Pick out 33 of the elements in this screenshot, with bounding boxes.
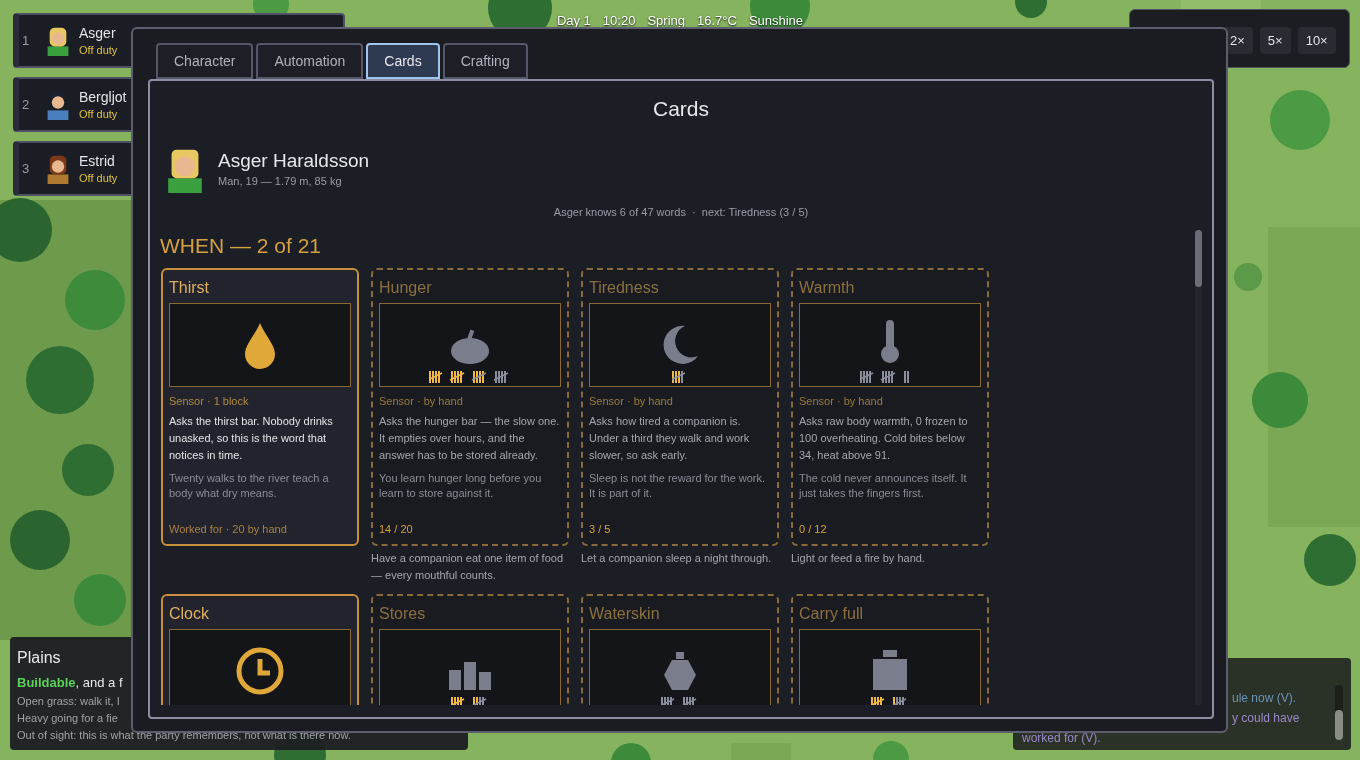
card-description: Asks the hunger bar — the slow one. It empties over hours, and the answer has to be stored already. [379,414,561,463]
card-type: Sensor · by hand [379,393,464,409]
card-type: Sensor · by hand [589,393,674,409]
card-footer: 14 / 20 [379,521,561,538]
section-heading: WHEN — 2 of 21 [160,234,322,257]
card-title: Stores [379,603,427,624]
card-flavor-text: The cold never announces itself. It just takes the fingers first. [799,471,968,501]
card-type: Sensor · 1 block [169,393,250,409]
card-task: Let a companion sleep a night through. [581,550,773,566]
card-title: Tiredness [589,277,660,298]
card-flavor-text: Twenty walks to the river teach a body what dry means. [169,471,330,501]
card-footer: 3 / 5 [589,521,771,538]
card-title: Thirst [169,277,210,298]
card-footer: Worked for · 20 by hand [169,521,351,538]
card-task: Have a companion eat one item of food — every mouthful counts. [371,550,564,583]
log-text: worked for (V). [1021,731,1101,745]
card-title: Clock [169,603,210,624]
card-description: Asks the thirst bar. Nobody drinks unasked, so this is the word that notices in time. [169,414,334,463]
card-title: Hunger [379,277,433,298]
card-flavor-text: Sleep is not the reward for the work. It is part of it. [589,471,767,501]
card-flavor-text: You learn hunger long before you learn to store against it. [379,471,543,501]
card-title: Carry full [799,603,864,624]
dialog-title: Cards [652,96,710,122]
card-task: Light or feed a fire by hand. [791,550,926,566]
card-type: Sensor · by hand [799,393,884,409]
card-title: Warmth [799,277,856,298]
summary-text: Asger knows 6 of 47 words · next: Tiredness (3 / 5) [553,204,809,220]
card-description: Asks how tired a companion is. Under a third they walk and work slower, so ask early. [589,414,751,463]
card-description: Asks raw body warmth, 0 frozen to 100 overheating. Cold bites below 34, heat above 91. [799,414,969,463]
card-footer: 0 / 12 [799,521,981,538]
person-details: Man, 19 — 1.79 m, 85 kg [218,174,343,190]
person-name: Asger Haraldsson [218,149,370,174]
card-title: Waterskin [589,603,661,624]
